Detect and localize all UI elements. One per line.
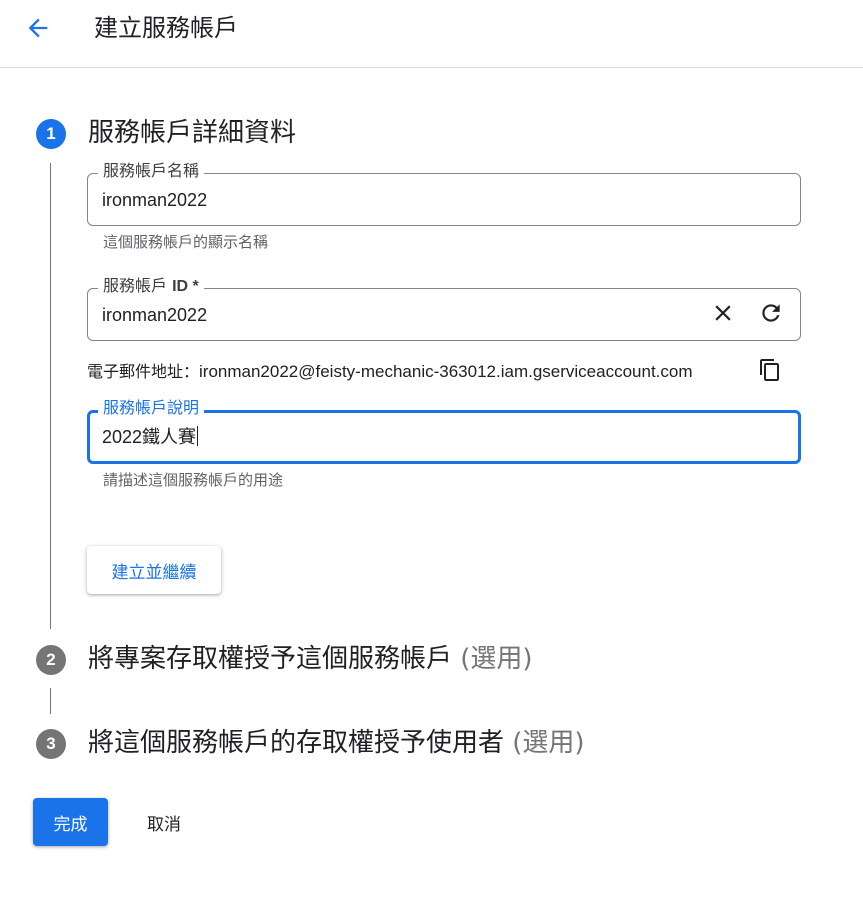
copy-email-button[interactable] xyxy=(755,357,785,387)
step-1-number: 1 xyxy=(36,119,66,149)
service-account-name-helper: 這個服務帳戶的顯示名稱 xyxy=(103,233,269,251)
step-2-optional: (選用) xyxy=(460,644,533,674)
service-account-name-value: ironman2022 xyxy=(102,190,208,210)
copy-icon xyxy=(758,358,782,386)
service-account-description-field[interactable]: 服務帳戶說明 2022鐵人賽 xyxy=(87,398,801,464)
email-prefix: 電子郵件地址： xyxy=(87,362,200,381)
service-account-name-field[interactable]: 服務帳戶名稱 ironman2022 xyxy=(87,161,801,226)
step-3-number: 3 xyxy=(36,729,66,759)
step-3-title-text: 將這個服務帳戶的存取權授予使用者 xyxy=(88,728,505,758)
email-address: ironman2022@feisty-mechanic-363012.iam.g… xyxy=(199,362,693,381)
service-account-id-field[interactable]: 服務帳戶 ID * ironman2022 xyxy=(87,276,801,341)
back-button[interactable] xyxy=(18,10,58,50)
create-and-continue-button[interactable]: 建立並繼續 xyxy=(87,546,221,594)
service-account-id-value: ironman2022 xyxy=(102,305,208,325)
service-account-id-label: 服務帳戶 ID * xyxy=(98,276,204,297)
page-header: 建立服務帳戶 xyxy=(0,0,863,68)
arrow-back-icon xyxy=(24,14,52,46)
step-1-title-text: 服務帳戶詳細資料 xyxy=(88,118,297,148)
step-2-title-text: 將專案存取權授予這個服務帳戶 xyxy=(88,644,453,674)
step-3-title[interactable]: 將這個服務帳戶的存取權授予使用者 (選用) xyxy=(88,726,585,760)
step-connector-line xyxy=(50,688,51,714)
clear-id-button[interactable] xyxy=(708,300,738,330)
page-title: 建立服務帳戶 xyxy=(94,14,238,42)
service-account-email: 電子郵件地址：ironman2022@feisty-mechanic-36301… xyxy=(87,360,693,384)
step-2-title[interactable]: 將專案存取權授予這個服務帳戶 (選用) xyxy=(88,642,533,676)
refresh-icon xyxy=(758,300,784,330)
cancel-button[interactable]: 取消 xyxy=(128,798,200,846)
service-account-description-helper: 請描述這個服務帳戶的用途 xyxy=(103,471,284,489)
done-button[interactable]: 完成 xyxy=(33,798,108,846)
close-icon xyxy=(710,300,736,330)
step-connector-line xyxy=(50,163,51,629)
regenerate-id-button[interactable] xyxy=(756,300,786,330)
step-3-optional: (選用) xyxy=(512,728,585,758)
step-2-number: 2 xyxy=(36,645,66,675)
step-1-title[interactable]: 服務帳戶詳細資料 xyxy=(88,116,296,150)
service-account-description-label: 服務帳戶說明 xyxy=(98,398,205,418)
text-cursor xyxy=(197,426,199,446)
service-account-description-value: 2022鐵人賽 xyxy=(102,426,199,447)
service-account-name-label: 服務帳戶名稱 xyxy=(98,161,205,181)
